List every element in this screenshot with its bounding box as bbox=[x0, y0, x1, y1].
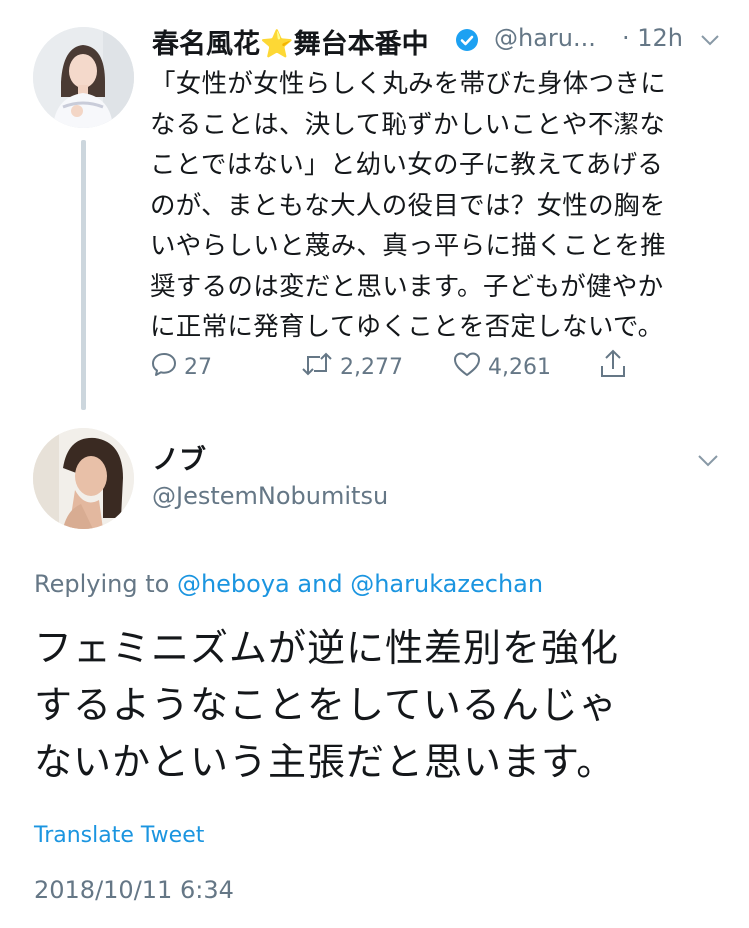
tweet-text-line: のが、まともな大人の役目では？女性の胸を bbox=[150, 190, 666, 221]
verified-badge-icon bbox=[455, 28, 479, 56]
tweet-text-line: 奨するのは変だと思います。子どもが健やか bbox=[150, 271, 664, 302]
tweet-text: フェミニズムが逆に性差別を強化 するようなことをしているんじゃ ないかという主張… bbox=[34, 620, 724, 791]
star-emoji: ⭐ bbox=[260, 29, 294, 60]
tweet-time[interactable]: · 12h bbox=[622, 24, 683, 52]
mention-link[interactable]: @harukazechan bbox=[350, 570, 543, 598]
user-handle[interactable]: @JestemNobumitsu bbox=[152, 482, 388, 510]
tweet-text-line: するようなことをしているんじゃ bbox=[34, 683, 618, 727]
tweet-header: 春名風花⭐舞台本番中 @haru... · 12h bbox=[152, 22, 732, 61]
chevron-down-icon[interactable] bbox=[697, 452, 719, 471]
replying-to-label: Replying to bbox=[34, 570, 170, 598]
avatar[interactable] bbox=[33, 428, 134, 529]
tweet-text-line: フェミニズムが逆に性差別を強化 bbox=[34, 626, 620, 670]
share-icon bbox=[598, 348, 634, 386]
reply-button[interactable]: 27 bbox=[150, 347, 212, 387]
tweet-text-line: ないかという主張だと思います。 bbox=[34, 740, 616, 784]
thread-connector-line bbox=[81, 140, 86, 410]
reply-count: 27 bbox=[184, 354, 212, 380]
heart-icon bbox=[452, 350, 488, 384]
avatar-image bbox=[33, 27, 134, 128]
display-name[interactable]: ノブ bbox=[152, 438, 206, 477]
tweet-text-line: 「女性が女性らしく丸みを帯びた身体つきに bbox=[150, 69, 667, 99]
like-button[interactable]: 4,261 bbox=[452, 347, 551, 387]
tweet-text-line: に正常に発育してゆくことを否定しないで。 bbox=[150, 312, 664, 342]
retweet-icon bbox=[300, 350, 340, 384]
tweet-actions: 27 2,277 4,261 bbox=[150, 347, 650, 387]
tweet-text-line: ことではない」と幼い女の子に教えてあげる bbox=[150, 150, 664, 180]
retweet-count: 2,277 bbox=[340, 354, 403, 380]
tweet-text: 「女性が女性らしく丸みを帯びた身体つきに なることは、決して恥ずかしいことや不潔… bbox=[150, 64, 730, 348]
tweet-text-line: いやらしいと蔑み、真っ平らに描くことを推 bbox=[150, 231, 667, 261]
tweet-timestamp: 2018/10/11 6:34 bbox=[34, 876, 234, 904]
replying-to-line: Replying to @heboya and @harukazechan bbox=[34, 570, 543, 598]
reply-icon bbox=[150, 350, 184, 384]
avatar-image bbox=[33, 428, 134, 529]
translate-tweet-link[interactable]: Translate Tweet bbox=[34, 823, 204, 848]
like-count: 4,261 bbox=[488, 354, 551, 380]
user-handle[interactable]: @haru... bbox=[494, 24, 596, 52]
tweet-text-line: なることは、決して恥ずかしいことや不潔な bbox=[150, 109, 666, 140]
share-button[interactable] bbox=[598, 347, 634, 387]
display-name[interactable]: 春名風花⭐舞台本番中 bbox=[152, 22, 429, 61]
retweet-button[interactable]: 2,277 bbox=[300, 347, 403, 387]
chevron-down-icon[interactable] bbox=[700, 32, 720, 51]
mention-and-link[interactable]: and bbox=[297, 570, 342, 598]
mention-link[interactable]: @heboya bbox=[177, 570, 290, 598]
avatar[interactable] bbox=[33, 27, 134, 128]
